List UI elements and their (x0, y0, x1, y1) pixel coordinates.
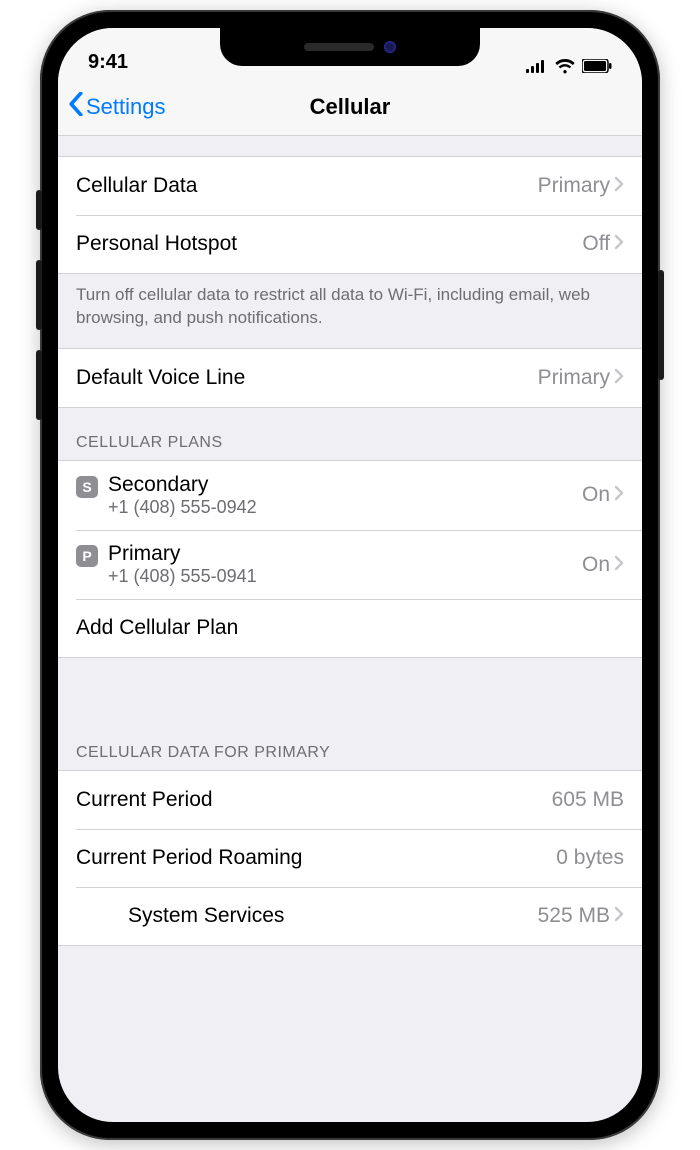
row-add-cellular-plan[interactable]: Add Cellular Plan (58, 599, 642, 657)
row-value: Primary (538, 174, 614, 198)
group-data-usage: Current Period 605 MB Current Period Roa… (58, 770, 642, 946)
page-title: Cellular (310, 94, 391, 120)
phone-frame: 9:41 Settings Cellular (40, 10, 660, 1140)
row-label: System Services (128, 904, 284, 928)
group-cellular-top: Cellular Data Primary Personal Hotspot O… (58, 156, 642, 274)
nav-bar: Settings Cellular (58, 78, 642, 136)
settings-list: Cellular Data Primary Personal Hotspot O… (58, 136, 642, 946)
back-button[interactable]: Settings (68, 78, 166, 135)
plan-phone: +1 (408) 555-0941 (108, 566, 257, 587)
plan-badge-icon: P (76, 545, 98, 567)
row-label: Personal Hotspot (76, 232, 237, 256)
row-plan-secondary[interactable]: S Secondary +1 (408) 555-0942 On (58, 461, 642, 530)
plan-name: Secondary (108, 473, 257, 497)
speaker-grille (304, 43, 374, 51)
row-cellular-data[interactable]: Cellular Data Primary (58, 157, 642, 215)
plan-name: Primary (108, 542, 257, 566)
chevron-right-icon (614, 232, 624, 256)
chevron-right-icon (614, 366, 624, 390)
silent-switch (36, 190, 42, 230)
plan-phone: +1 (408) 555-0942 (108, 497, 257, 518)
section-header-data-usage: CELLULAR DATA FOR PRIMARY (58, 718, 642, 770)
row-personal-hotspot[interactable]: Personal Hotspot Off (58, 215, 642, 273)
row-current-period-roaming: Current Period Roaming 0 bytes (58, 829, 642, 887)
row-value: 0 bytes (556, 846, 624, 870)
chevron-right-icon (614, 174, 624, 198)
back-label: Settings (86, 94, 166, 120)
volume-down-button (36, 350, 42, 420)
row-label: Current Period (76, 788, 213, 812)
chevron-right-icon (614, 553, 624, 577)
row-value: 525 MB (538, 904, 614, 928)
row-default-voice-line[interactable]: Default Voice Line Primary (58, 349, 642, 407)
row-label: Current Period Roaming (76, 846, 302, 870)
side-button (658, 270, 664, 380)
section-header-plans: CELLULAR PLANS (58, 408, 642, 460)
row-value: Off (582, 232, 614, 256)
chevron-left-icon (68, 92, 86, 122)
notch (220, 28, 480, 66)
row-system-services[interactable]: System Services 525 MB (58, 887, 642, 945)
plan-badge-icon: S (76, 476, 98, 498)
screen: 9:41 Settings Cellular (58, 28, 642, 1122)
add-plan-label: Add Cellular Plan (76, 616, 238, 640)
battery-icon (582, 59, 612, 73)
group-footer: Turn off cellular data to restrict all d… (58, 274, 642, 348)
volume-up-button (36, 260, 42, 330)
group-cellular-plans: S Secondary +1 (408) 555-0942 On P (58, 460, 642, 658)
cellular-signal-icon (526, 59, 548, 73)
plan-status: On (582, 483, 614, 507)
row-plan-primary[interactable]: P Primary +1 (408) 555-0941 On (58, 530, 642, 599)
group-default-voice: Default Voice Line Primary (58, 348, 642, 408)
plan-status: On (582, 553, 614, 577)
row-value: Primary (538, 366, 614, 390)
chevron-right-icon (614, 483, 624, 507)
row-label: Default Voice Line (76, 366, 245, 390)
chevron-right-icon (614, 904, 624, 928)
front-camera (384, 41, 396, 53)
row-label: Cellular Data (76, 174, 197, 198)
row-value: 605 MB (552, 788, 624, 812)
status-time: 9:41 (88, 51, 128, 74)
row-current-period: Current Period 605 MB (58, 771, 642, 829)
wifi-icon (554, 58, 576, 74)
